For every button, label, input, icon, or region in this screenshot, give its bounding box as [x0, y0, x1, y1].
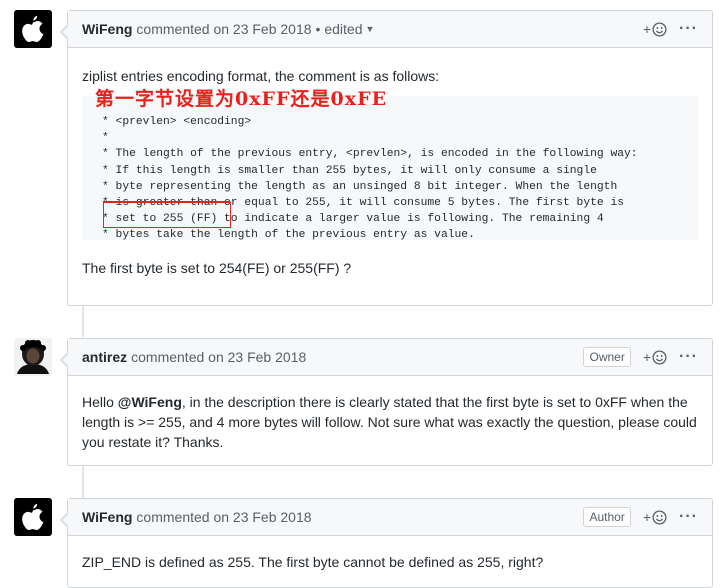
user-mention-link[interactable]: @WiFeng [118, 394, 182, 410]
owner-badge: Owner [583, 347, 631, 367]
code-line: * If this length is smaller than 255 byt… [102, 164, 597, 177]
chevron-down-icon[interactable]: ▼ [365, 24, 374, 34]
avatar[interactable] [14, 10, 52, 48]
add-reaction-button[interactable]: + [643, 21, 667, 37]
red-annotation: 第一字节设置为0xFF还是0xFE [95, 88, 388, 110]
comment-text: The first byte is set to 254(FE) or 255(… [82, 260, 352, 276]
comment-timestamp[interactable]: commented on 23 Feb 2018 [136, 21, 311, 37]
text-segment: Hello [82, 394, 118, 410]
comment-card: WiFeng commented on 23 Feb 2018 Author +… [60, 498, 713, 588]
strike-line [103, 201, 230, 202]
edited-label[interactable]: • edited [316, 21, 363, 37]
code-line: * <prevlen> <encoding> [102, 116, 252, 128]
comment-author[interactable]: WiFeng [82, 509, 132, 525]
comment-header: antirez commented on 23 Feb 2018 Owner +… [68, 339, 712, 376]
code-line: * The length of the previous entry, <pre… [102, 148, 638, 161]
comment-text: ziplist entries encoding format, the com… [82, 68, 440, 84]
comment-card: antirez commented on 23 Feb 2018 Owner +… [60, 338, 713, 466]
code-line: * [102, 132, 109, 145]
comment-author[interactable]: antirez [82, 349, 127, 365]
code-line: * bytes take the length of the previous … [102, 229, 475, 242]
comment-text: ZIP_END is defined as 255. The first byt… [82, 554, 544, 570]
code-line: * byte representing the length as an uns… [102, 180, 618, 193]
more-options-button[interactable]: ··· [679, 349, 698, 365]
comment-author[interactable]: WiFeng [82, 21, 132, 37]
smiley-icon [652, 21, 667, 37]
comment-body: Hello @WiFeng, in the description there … [68, 376, 712, 464]
plus-label: + [642, 509, 652, 525]
comment-timestamp[interactable]: commented on 23 Feb 2018 [131, 349, 306, 365]
comment-body: ZIP_END is defined as 255. The first byt… [68, 536, 712, 584]
comment-text: Hello @WiFeng, in the description there … [82, 392, 698, 452]
comment-card: WiFeng commented on 23 Feb 2018 • edited… [60, 10, 713, 306]
highlight-box [103, 202, 231, 228]
comment-timestamp[interactable]: commented on 23 Feb 2018 [136, 509, 311, 525]
more-options-button[interactable]: ··· [679, 509, 698, 525]
add-reaction-button[interactable]: + [643, 349, 667, 365]
apple-logo-icon [22, 503, 44, 530]
more-options-button[interactable]: ··· [679, 21, 698, 37]
smiley-icon [652, 349, 667, 365]
timeline-connector [82, 305, 84, 337]
add-reaction-button[interactable]: + [643, 509, 667, 525]
author-badge: Author [583, 507, 631, 527]
avatar[interactable] [14, 498, 52, 536]
user-photo-icon [14, 338, 52, 376]
smiley-icon [652, 509, 667, 525]
plus-label: + [642, 349, 652, 365]
comment-header: WiFeng commented on 23 Feb 2018 Author +… [68, 499, 712, 536]
plus-label: + [642, 21, 652, 37]
apple-logo-icon [22, 15, 44, 42]
comment-header: WiFeng commented on 23 Feb 2018 • edited… [68, 11, 712, 48]
avatar[interactable] [14, 338, 52, 376]
timeline-connector [82, 466, 84, 498]
